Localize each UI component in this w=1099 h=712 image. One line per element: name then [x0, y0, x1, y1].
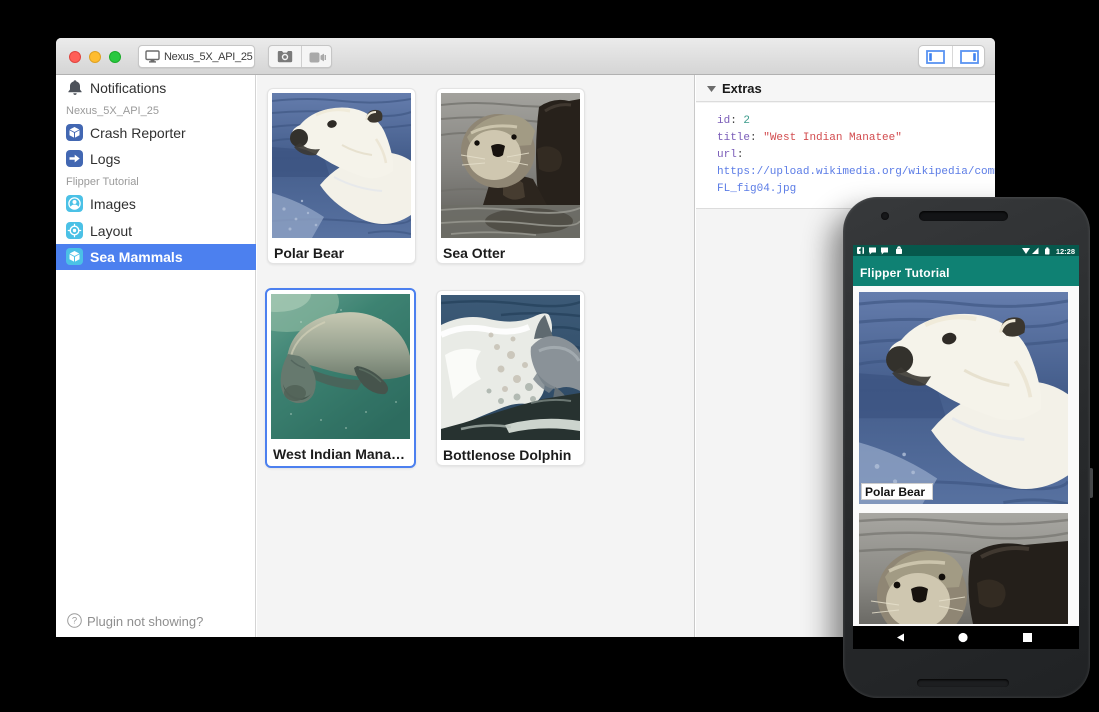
svg-text:?: ? — [72, 616, 77, 627]
